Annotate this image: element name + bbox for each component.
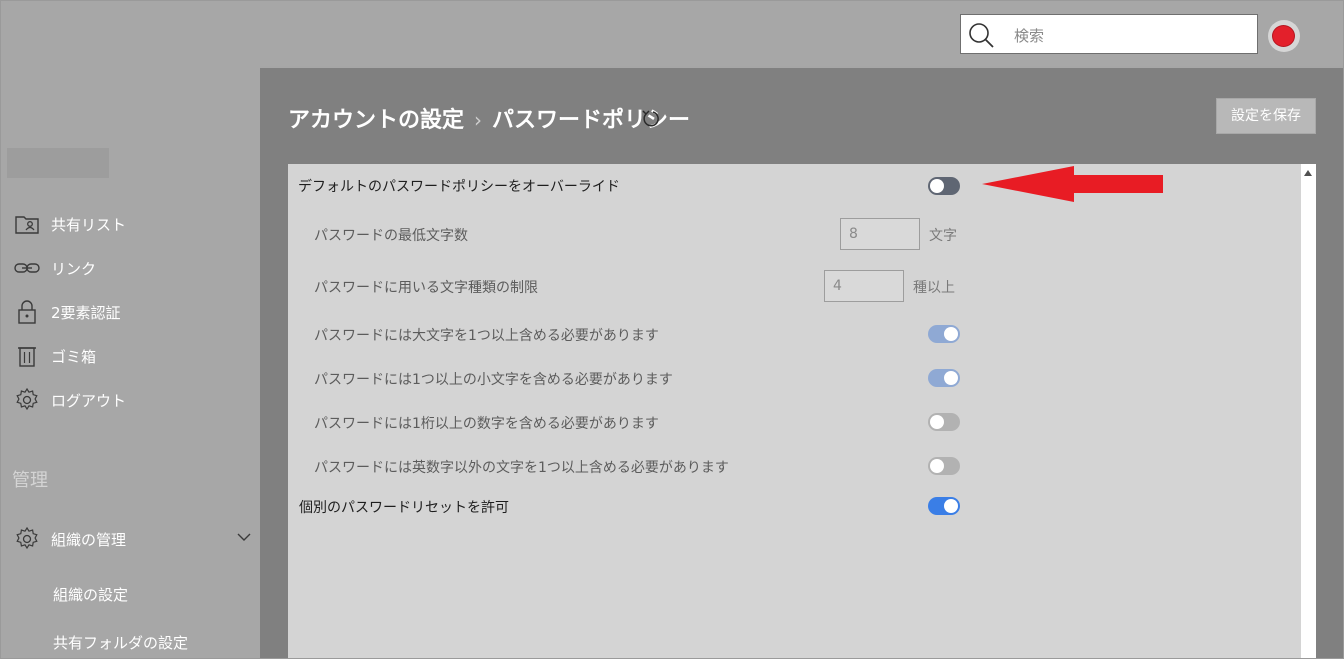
digit-toggle[interactable] bbox=[928, 413, 960, 431]
breadcrumb: アカウントの設定 › パスワードポリシー bbox=[288, 102, 690, 134]
sidebar-item-label: ゴミ箱 bbox=[51, 348, 97, 366]
refresh-icon[interactable] bbox=[640, 108, 662, 130]
link-icon bbox=[14, 263, 40, 273]
top-bar: 検索 bbox=[0, 0, 1344, 66]
uppercase-label: パスワードには大文字を1つ以上含める必要があります bbox=[314, 328, 659, 344]
save-button[interactable]: 設定を保存 bbox=[1216, 98, 1316, 134]
breadcrumb-separator: › bbox=[474, 108, 483, 132]
avatar[interactable] bbox=[1268, 20, 1300, 52]
annotation-arrow bbox=[982, 166, 1163, 202]
min-length-label: パスワードの最低文字数 bbox=[314, 228, 468, 244]
symbol-toggle[interactable] bbox=[928, 457, 960, 475]
trash-icon bbox=[18, 347, 36, 367]
digit-label: パスワードには1桁以上の数字を含める必要があります bbox=[314, 416, 659, 432]
sidebar-item-label: 共有リスト bbox=[51, 216, 127, 234]
sidebar-item-shared-list[interactable]: 共有リスト bbox=[0, 206, 260, 240]
chevron-down-icon[interactable] bbox=[236, 532, 252, 542]
individual-reset-toggle[interactable] bbox=[928, 497, 960, 515]
sidebar-item-label: ログアウト bbox=[51, 392, 127, 410]
search-input[interactable]: 検索 bbox=[1014, 25, 1044, 46]
scroll-up-icon[interactable] bbox=[1304, 170, 1312, 176]
lock-icon bbox=[18, 300, 36, 324]
symbol-label: パスワードには英数字以外の文字を1つ以上含める必要があります bbox=[314, 460, 729, 476]
sidebar-subitem-org-settings[interactable]: 組織の設定 bbox=[53, 584, 128, 605]
sidebar-item-label: 組織の管理 bbox=[51, 531, 127, 549]
min-length-unit: 文字 bbox=[929, 228, 957, 244]
toggle-knob bbox=[930, 179, 944, 193]
scrollbar[interactable] bbox=[1301, 164, 1316, 659]
toggle-knob bbox=[930, 415, 944, 429]
sidebar-subitem-shared-folder-settings[interactable]: 共有フォルダの設定 bbox=[53, 632, 188, 653]
toggle-knob bbox=[944, 371, 958, 385]
override-policy-toggle[interactable] bbox=[928, 177, 960, 195]
sidebar-item-logout[interactable]: ログアウト bbox=[0, 382, 260, 416]
main-content: アカウントの設定 › パスワードポリシー 設定を保存 bbox=[260, 68, 1344, 659]
override-policy-label: デフォルトのパスワードポリシーをオーバーライド bbox=[298, 179, 620, 195]
search-box[interactable]: 検索 bbox=[960, 14, 1258, 54]
uppercase-toggle[interactable] bbox=[928, 325, 960, 343]
min-length-input[interactable]: 8 bbox=[840, 218, 920, 250]
search-icon bbox=[969, 23, 994, 48]
sidebar-item-2fa[interactable]: 2要素認証 bbox=[0, 294, 260, 328]
sidebar-item-trash[interactable]: ゴミ箱 bbox=[0, 338, 260, 372]
section-title-admin: 管理 bbox=[12, 470, 48, 491]
lowercase-toggle[interactable] bbox=[928, 369, 960, 387]
char-types-unit: 種以上 bbox=[913, 280, 955, 296]
toggle-knob bbox=[930, 459, 944, 473]
sidebar-item-link[interactable]: リンク bbox=[0, 250, 260, 284]
sidebar-item-label: リンク bbox=[51, 260, 97, 278]
shared-list-icon bbox=[15, 216, 39, 234]
sidebar: 共有リスト リンク 2要素認証 ゴミ箱 ログアウト 管理 組織の管理 組織の設定… bbox=[0, 66, 260, 659]
gear-icon bbox=[16, 526, 38, 550]
char-types-label: パスワードに用いる文字種類の制限 bbox=[314, 280, 538, 296]
char-types-input[interactable]: 4 bbox=[824, 270, 904, 302]
lowercase-label: パスワードには1つ以上の小文字を含める必要があります bbox=[314, 372, 673, 388]
toggle-knob bbox=[944, 327, 958, 341]
logo-placeholder bbox=[7, 148, 109, 178]
toggle-knob bbox=[944, 499, 958, 513]
gear-icon bbox=[16, 387, 38, 411]
sidebar-item-org-management[interactable]: 組織の管理 bbox=[0, 521, 260, 555]
individual-reset-label: 個別のパスワードリセットを許可 bbox=[299, 500, 509, 516]
sidebar-item-label: 2要素認証 bbox=[51, 304, 121, 322]
breadcrumb-parent[interactable]: アカウントの設定 bbox=[288, 108, 464, 133]
